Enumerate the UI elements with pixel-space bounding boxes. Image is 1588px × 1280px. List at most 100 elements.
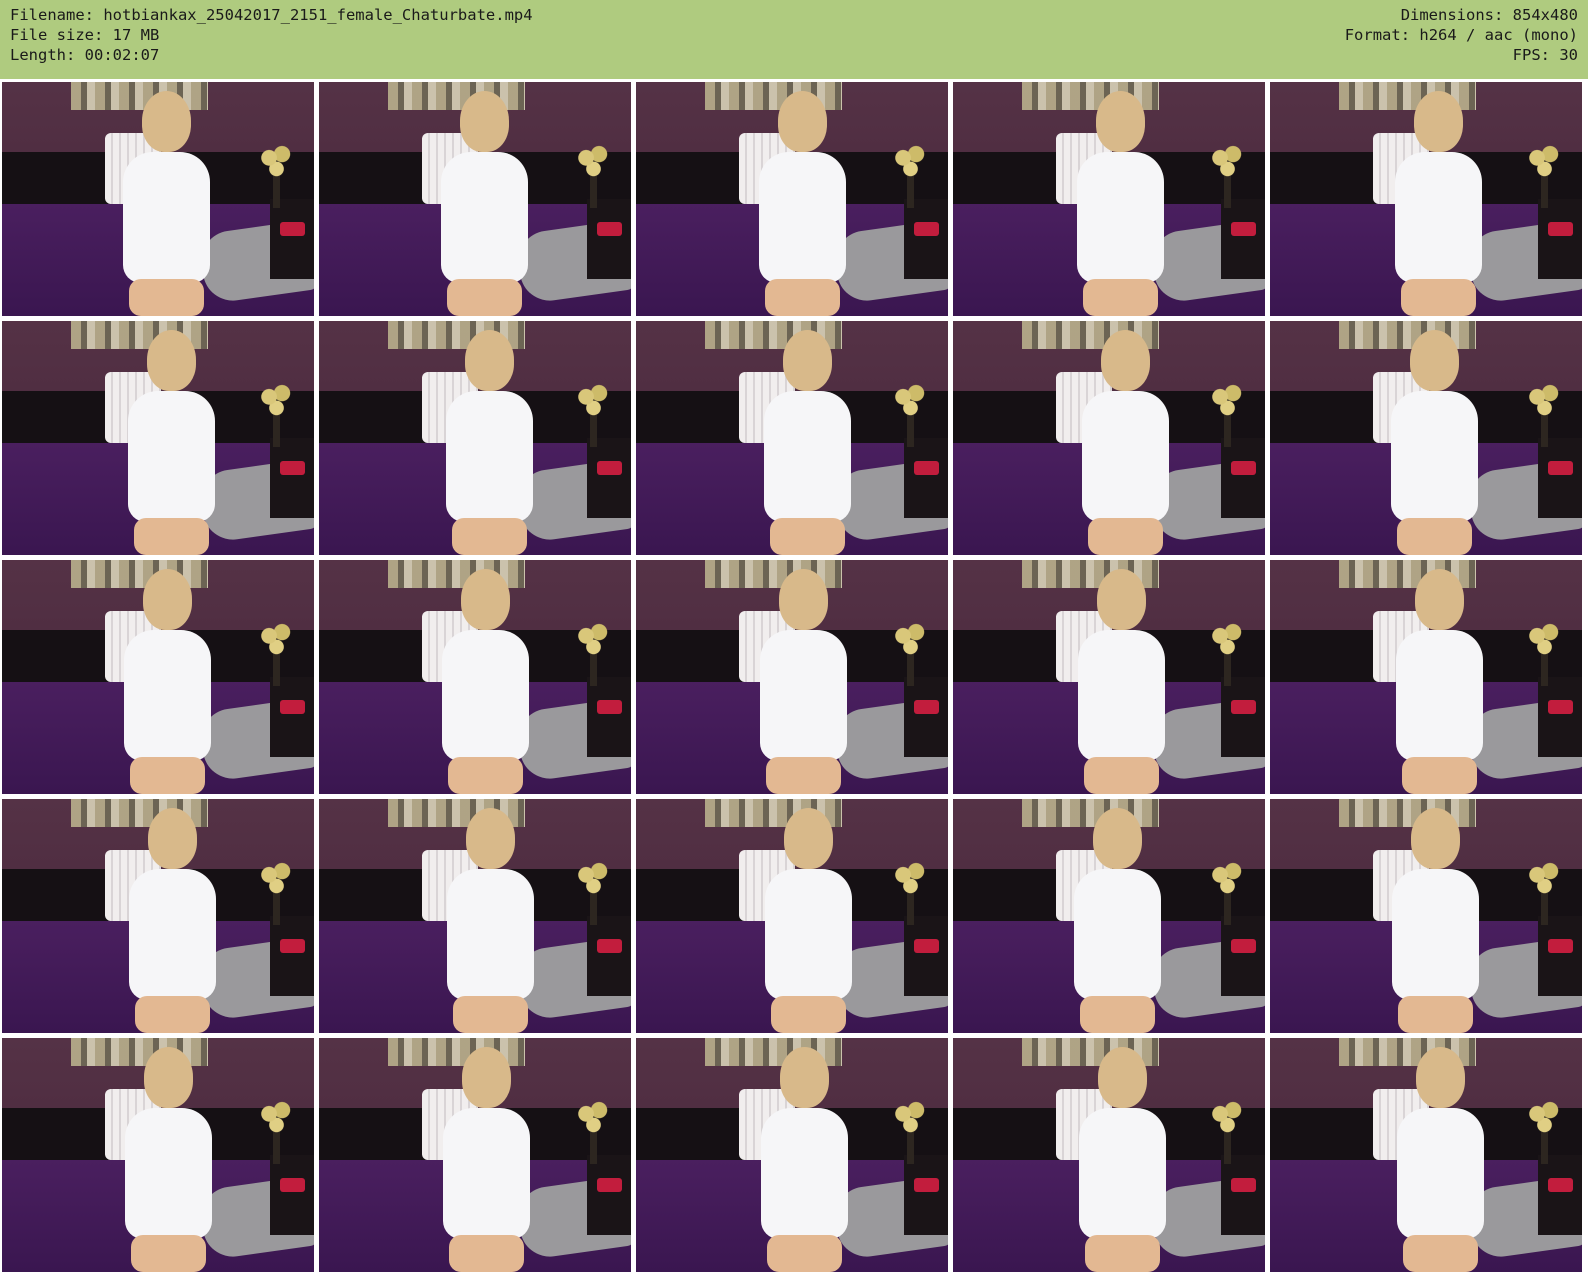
- thumb-figure-torso: [1394, 152, 1483, 284]
- thumb-figure-legs: [453, 995, 528, 1033]
- thumb-stem: [1224, 175, 1231, 209]
- thumb-flowers: [1525, 1098, 1564, 1137]
- thumb-figure-torso: [759, 630, 848, 762]
- video-frame-thumbnail: [636, 560, 948, 794]
- thumb-figure-head: [782, 330, 833, 392]
- thumb-figure-head: [141, 91, 192, 153]
- thumb-stem: [1541, 892, 1548, 926]
- thumb-figure-legs: [452, 517, 527, 555]
- thumb-red-item: [1230, 222, 1256, 237]
- video-frame-thumbnail: [2, 82, 314, 316]
- length-line: Length: 00:02:07: [10, 46, 160, 64]
- video-frame-thumbnail: [953, 799, 1265, 1033]
- thumb-figure-legs: [131, 1234, 206, 1272]
- thumb-figure-legs: [1085, 1234, 1160, 1272]
- thumb-red-item: [596, 700, 622, 715]
- thumb-stem: [590, 653, 597, 687]
- thumb-red-item: [913, 939, 939, 954]
- thumb-figure-head: [461, 1047, 512, 1109]
- thumb-flowers: [574, 1098, 613, 1137]
- thumb-figure-head: [1414, 569, 1465, 631]
- thumb-figure-legs: [1402, 756, 1477, 794]
- thumbnail-grid: [2, 82, 1588, 1280]
- thumb-figure-torso: [446, 869, 535, 1001]
- thumb-red-item: [1547, 700, 1573, 715]
- file-info-right: Dimensions: 854x480 Format: h264 / aac (…: [1345, 5, 1578, 65]
- thumb-figure-torso: [122, 152, 211, 284]
- thumb-figure-torso: [441, 630, 530, 762]
- thumb-flowers: [1208, 859, 1247, 898]
- thumb-figure-legs: [1083, 278, 1158, 316]
- thumb-figure-head: [1095, 91, 1146, 153]
- thumb-figure-head: [143, 1047, 194, 1109]
- thumb-flowers: [1208, 1098, 1247, 1137]
- video-frame-thumbnail: [2, 560, 314, 794]
- thumb-flowers: [257, 142, 296, 181]
- thumb-stem: [273, 414, 280, 448]
- thumb-figure-torso: [758, 152, 847, 284]
- thumb-stem: [273, 1131, 280, 1165]
- thumb-figure-head: [777, 91, 828, 153]
- thumb-figure-torso: [1390, 391, 1479, 523]
- thumb-nightstand: [904, 1155, 948, 1235]
- thumb-flowers: [574, 381, 613, 420]
- file-info-left: Filename: hotbiankax_25042017_2151_femal…: [10, 5, 533, 65]
- thumb-stem: [1224, 892, 1231, 926]
- thumb-red-item: [1230, 939, 1256, 954]
- thumb-flowers: [1208, 142, 1247, 181]
- video-frame-thumbnail: [953, 82, 1265, 316]
- thumb-nightstand: [270, 1155, 314, 1235]
- thumb-figure-legs: [771, 995, 846, 1033]
- video-frame-thumbnail: [2, 1038, 314, 1272]
- file-size-line: File size: 17 MB: [10, 26, 160, 44]
- video-frame-thumbnail: [319, 1038, 631, 1272]
- thumb-nightstand: [1221, 916, 1265, 996]
- thumb-flowers: [257, 859, 296, 898]
- dimensions-line: Dimensions: 854x480: [1400, 6, 1578, 24]
- thumb-figure-head: [1092, 808, 1143, 870]
- thumb-stem: [1541, 414, 1548, 448]
- thumb-red-item: [1547, 461, 1573, 476]
- thumb-figure-head: [778, 569, 829, 631]
- thumb-figure-legs: [767, 1234, 842, 1272]
- thumb-red-item: [1547, 1178, 1573, 1193]
- thumb-nightstand: [1221, 199, 1265, 279]
- thumb-nightstand: [587, 677, 631, 757]
- thumb-flowers: [1208, 381, 1247, 420]
- video-frame-thumbnail: [636, 799, 948, 1033]
- thumb-red-item: [279, 222, 305, 237]
- thumb-figure-torso: [440, 152, 529, 284]
- thumb-red-item: [596, 461, 622, 476]
- thumb-figure-torso: [124, 1108, 213, 1240]
- thumb-figure-legs: [1080, 995, 1155, 1033]
- thumb-red-item: [279, 939, 305, 954]
- thumb-flowers: [574, 620, 613, 659]
- thumb-figure-torso: [1078, 1108, 1167, 1240]
- thumb-flowers: [891, 859, 930, 898]
- thumb-stem: [273, 175, 280, 209]
- thumb-red-item: [279, 461, 305, 476]
- video-frame-thumbnail: [1270, 1038, 1582, 1272]
- thumb-nightstand: [587, 916, 631, 996]
- thumb-flowers: [891, 1098, 930, 1137]
- thumb-figure-torso: [442, 1108, 531, 1240]
- video-frame-thumbnail: [2, 799, 314, 1033]
- thumb-red-item: [913, 222, 939, 237]
- thumb-red-item: [1547, 939, 1573, 954]
- thumb-flowers: [1525, 620, 1564, 659]
- thumb-figure-head: [142, 569, 193, 631]
- thumb-figure-torso: [1081, 391, 1170, 523]
- thumb-red-item: [1230, 461, 1256, 476]
- fps-line: FPS: 30: [1512, 46, 1578, 64]
- thumb-stem: [907, 653, 914, 687]
- thumb-red-item: [1230, 700, 1256, 715]
- thumb-figure-torso: [764, 869, 853, 1001]
- thumb-figure-legs: [765, 278, 840, 316]
- thumb-stem: [273, 653, 280, 687]
- thumb-stem: [1224, 414, 1231, 448]
- thumb-figure-head: [1410, 808, 1461, 870]
- thumb-figure-torso: [1073, 869, 1162, 1001]
- thumb-nightstand: [587, 438, 631, 518]
- thumb-nightstand: [1538, 1155, 1582, 1235]
- thumb-figure-head: [1415, 1047, 1466, 1109]
